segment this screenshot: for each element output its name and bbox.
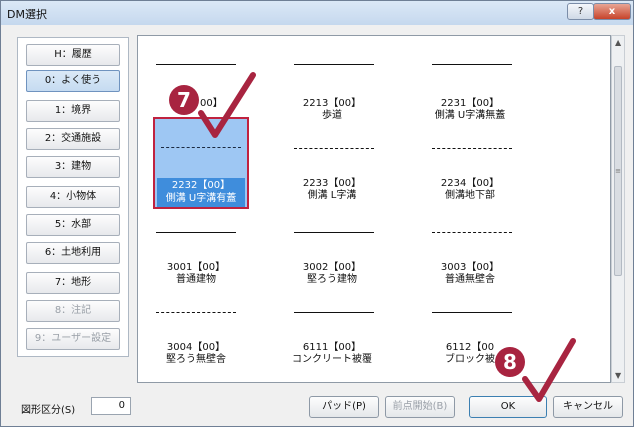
symbol-code: 2232【00】 — [171, 180, 231, 191]
window-title: DM選択 — [7, 8, 47, 21]
symbol-label: 堅ろう建物 — [307, 274, 357, 285]
symbol-code: 3004【00】 — [166, 342, 226, 353]
step-7-callout: 7 — [169, 85, 199, 115]
dashed-line-sample — [432, 232, 512, 233]
symbol-code: 2233【00】 — [302, 178, 362, 189]
title-bar: DM選択 ? x — [1, 1, 633, 25]
symbol-label: 歩道 — [322, 110, 342, 121]
symbol-code: 6111【00】 — [302, 342, 362, 353]
pad-button[interactable]: パッド(P) — [309, 396, 379, 418]
separator-line — [156, 232, 236, 233]
checkmark-icon — [522, 338, 576, 402]
symbol-label: 側溝 L字溝 — [307, 190, 357, 201]
category-traffic[interactable]: 2：交通施設 — [26, 128, 120, 150]
symbol-code: 2213【00】 — [302, 98, 362, 109]
help-button[interactable]: ? — [567, 3, 594, 20]
close-button[interactable]: x — [593, 3, 631, 20]
category-water[interactable]: 5：水部 — [26, 214, 120, 236]
dashed-line-sample — [156, 312, 236, 313]
symbol-label: 側溝地下部 — [445, 190, 495, 201]
category-history[interactable]: H：履歴 — [26, 44, 120, 66]
category-user-settings: 9：ユーザー設定 — [26, 328, 120, 350]
separator-line — [432, 312, 512, 313]
category-small-object[interactable]: 4：小物体 — [26, 186, 120, 208]
previous-point-start-button: 前点開始(B) — [385, 396, 455, 418]
symbol-label: 側溝 U字溝無蓋 — [434, 110, 506, 121]
checkmark-icon — [198, 72, 256, 138]
vertical-scrollbar[interactable]: ▲ ≡ ▼ — [611, 35, 625, 383]
scroll-thumb[interactable]: ≡ — [614, 66, 622, 276]
separator-line — [294, 312, 374, 313]
symbol-code: 2231【00】 — [440, 98, 500, 109]
dashed-line-sample — [432, 148, 512, 149]
symbol-label: 堅ろう無壁舎 — [166, 354, 226, 365]
symbol-label: 普通建物 — [176, 274, 216, 285]
scroll-down-icon[interactable]: ▼ — [615, 371, 621, 380]
separator-line — [294, 232, 374, 233]
symbol-code: 3002【00】 — [302, 262, 362, 273]
symbol-tile[interactable]: 2233【00】 側溝 L字溝 — [284, 158, 380, 248]
symbol-label: 側溝 U字溝有蓋 — [165, 193, 237, 204]
category-frequent[interactable]: 0：よく使う — [26, 70, 120, 92]
separator-line — [294, 64, 374, 65]
symbol-label: コンクリート被覆 — [292, 354, 372, 365]
symbol-code: 3001【00】 — [166, 262, 226, 273]
dashed-line-sample — [161, 147, 241, 148]
category-boundary[interactable]: 1：境界 — [26, 100, 120, 122]
symbol-tile[interactable]: 2234【00】 側溝地下部 — [422, 158, 518, 248]
shape-category-input[interactable]: 0 — [91, 397, 131, 415]
separator-line — [432, 64, 512, 65]
category-land-use[interactable]: 6：土地利用 — [26, 242, 120, 264]
dashed-line-sample — [294, 148, 374, 149]
separator-line — [156, 64, 236, 65]
dm-select-dialog: DM選択 ? x H：履歴 0：よく使う 1：境界 2：交通施設 3：建物 4：… — [0, 0, 634, 427]
category-list: H：履歴 0：よく使う 1：境界 2：交通施設 3：建物 4：小物体 5：水部 … — [17, 37, 129, 357]
category-building[interactable]: 3：建物 — [26, 156, 120, 178]
symbol-code: 2234【00】 — [440, 178, 500, 189]
category-terrain[interactable]: 7：地形 — [26, 272, 120, 294]
grip-icon: ≡ — [615, 167, 621, 175]
symbol-code: 3003【00】 — [440, 262, 500, 273]
shape-category-label: 図形区分(S) — [21, 405, 76, 416]
symbol-label: 普通無壁舎 — [445, 274, 495, 285]
scroll-up-icon[interactable]: ▲ — [615, 38, 621, 47]
selected-symbol-info: 2232【00】 側溝 U字溝有蓋 — [157, 178, 245, 207]
category-annotation: 8：注記 — [26, 300, 120, 322]
